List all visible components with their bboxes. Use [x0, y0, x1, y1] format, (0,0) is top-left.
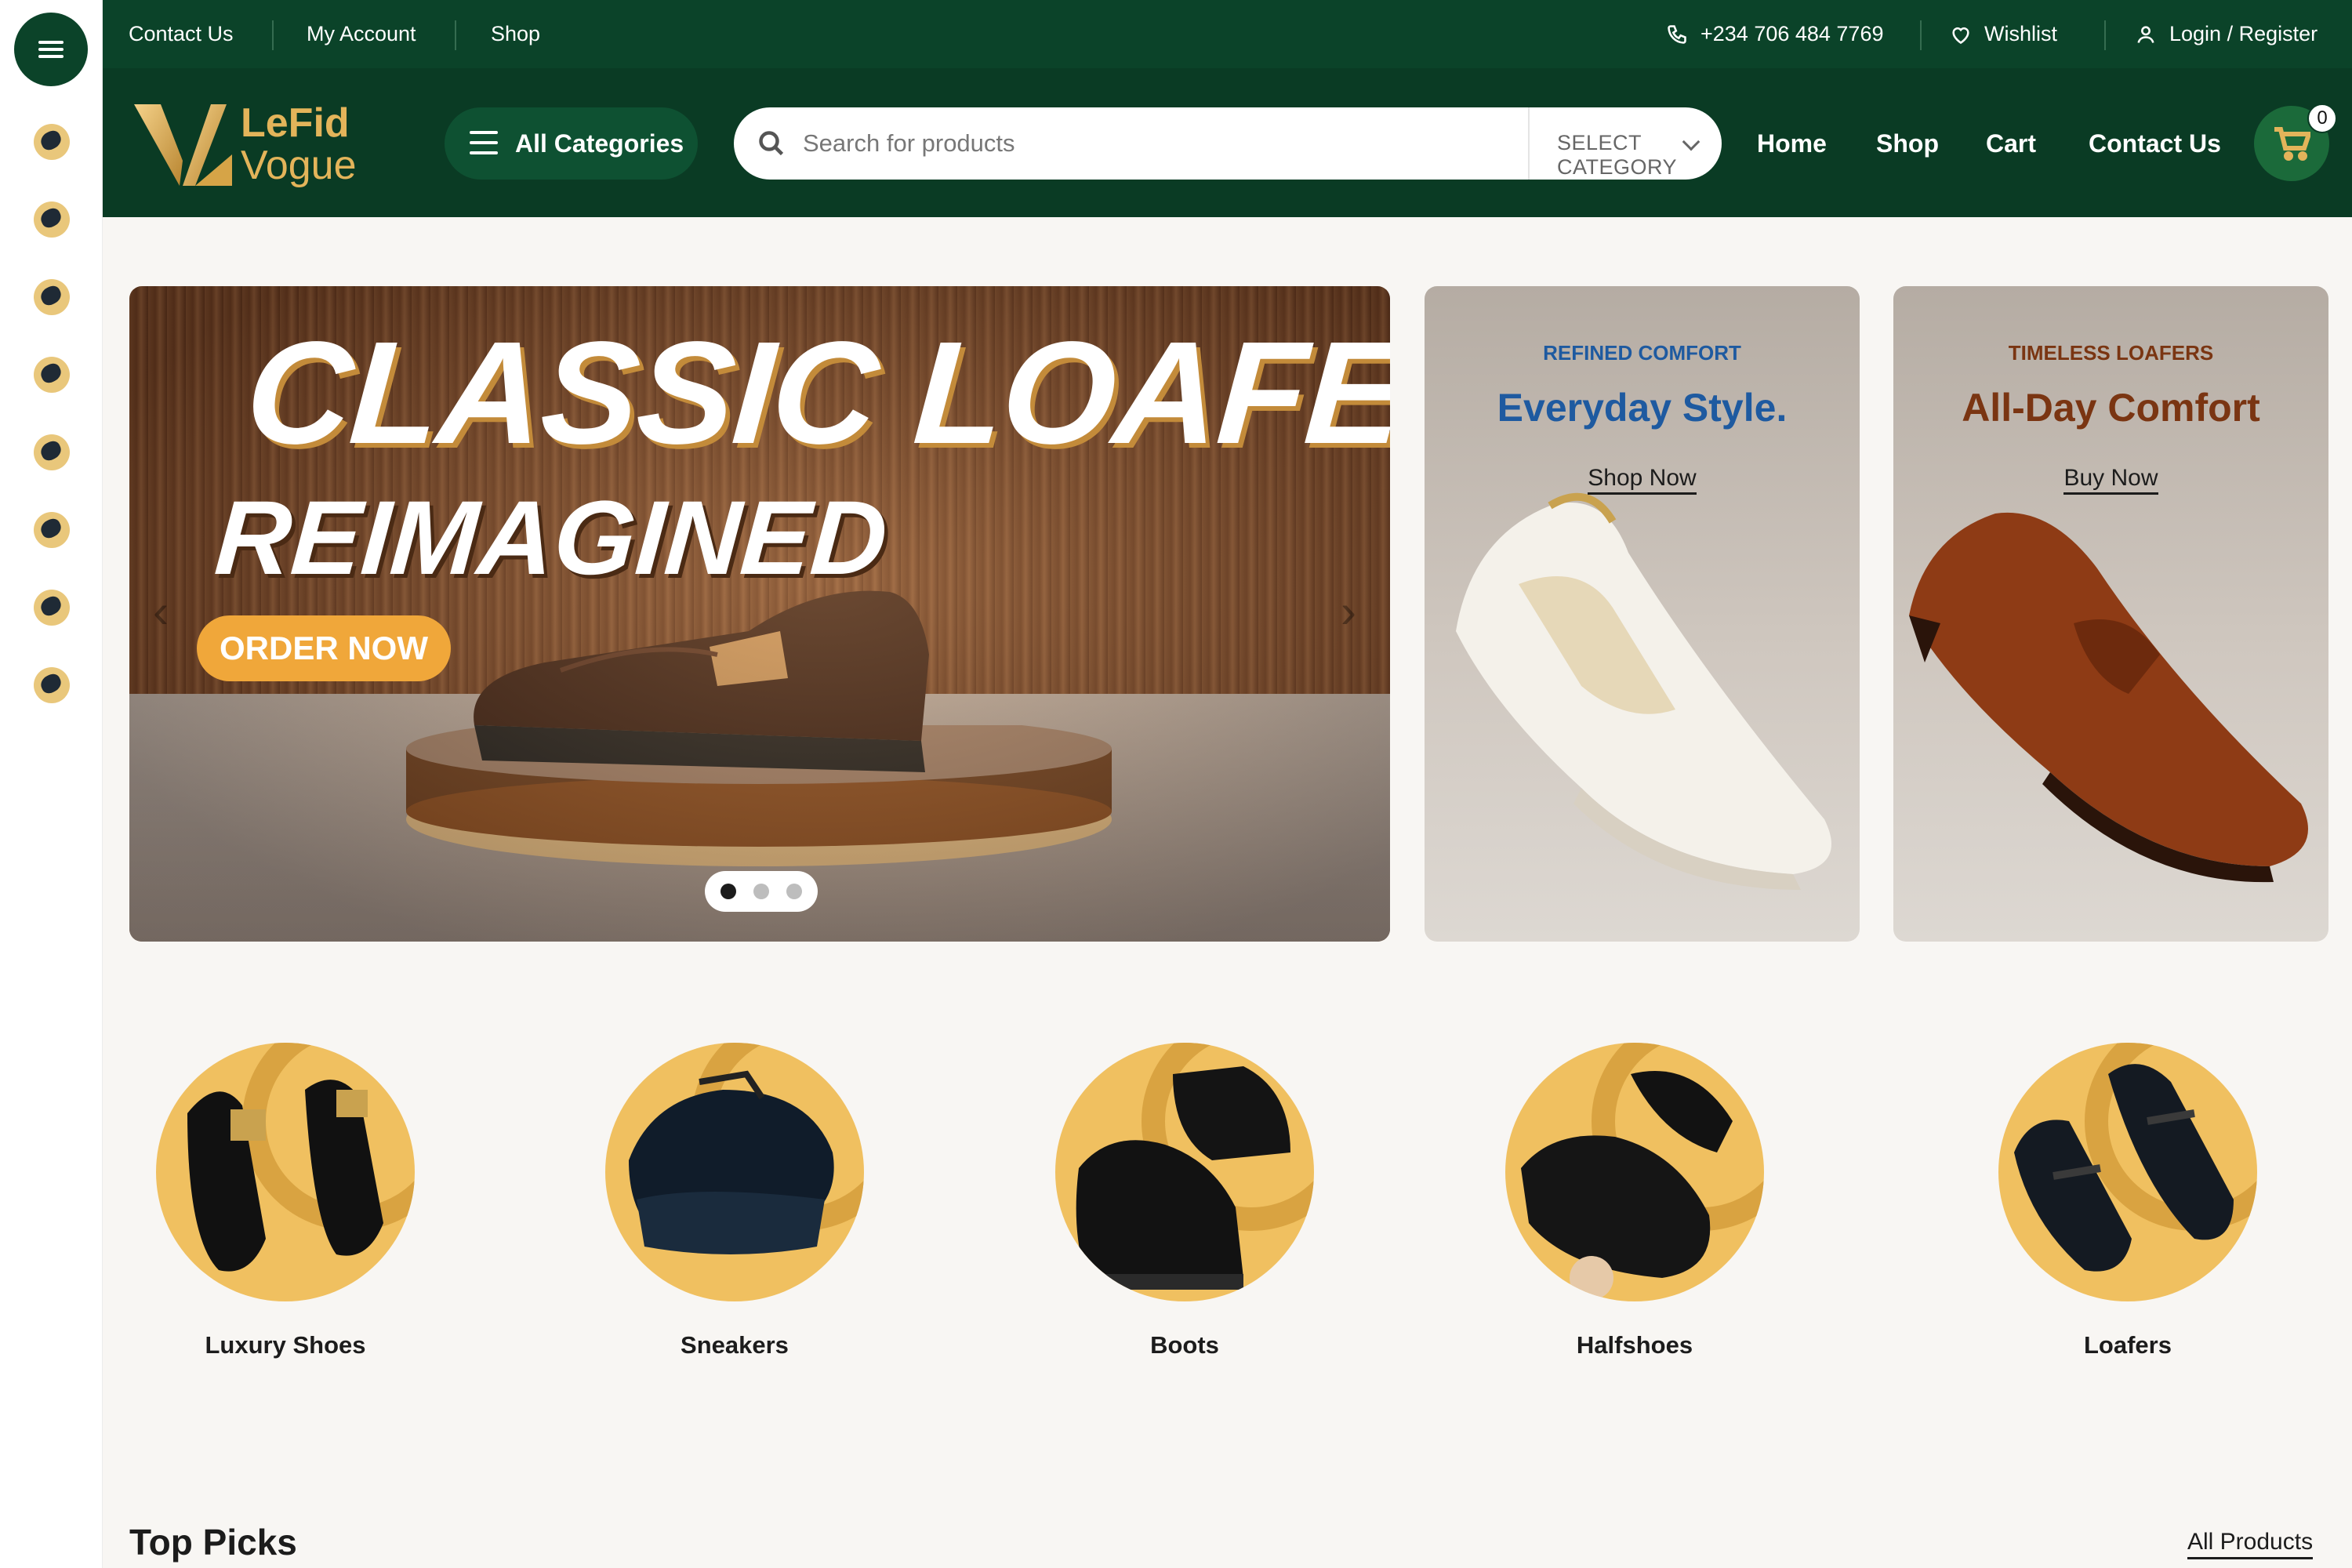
category-halfshoes[interactable]: Halfshoes	[1505, 1043, 1764, 1359]
slide-dot-2[interactable]	[753, 884, 769, 899]
utility-bar: Contact Us My Account Shop +234 706 484 …	[103, 0, 2352, 68]
banner-headline: Everyday Style.	[1497, 386, 1788, 430]
cart-icon	[2274, 127, 2310, 161]
category-label: Luxury Shoes	[205, 1331, 366, 1359]
category-image	[1055, 1043, 1314, 1301]
hero-title-line2: REIMAGINED	[211, 480, 891, 597]
category-label: Sneakers	[681, 1331, 789, 1359]
prev-slide-arrow[interactable]: ‹	[153, 584, 169, 638]
order-now-button[interactable]: ORDER NOW	[197, 615, 451, 681]
all-products-link[interactable]: All Products	[2187, 1529, 2314, 1559]
category-sneakers[interactable]: Sneakers	[605, 1043, 864, 1359]
buy-now-link[interactable]: Buy Now	[1893, 465, 2328, 495]
quick-category-icon[interactable]	[34, 512, 70, 548]
phone-number: +234 706 484 7769	[1700, 22, 1884, 45]
next-slide-arrow[interactable]: ›	[1341, 584, 1356, 638]
quick-category-icon[interactable]	[34, 201, 70, 238]
category-quick-strip	[0, 0, 103, 1568]
divider	[272, 20, 274, 50]
buy-now-label: Buy Now	[2063, 465, 2158, 495]
hamburger-icon	[470, 131, 498, 154]
menu-toggle-button[interactable]	[14, 13, 88, 86]
section-title: Top Picks	[129, 1522, 297, 1563]
all-categories-label: All Categories	[515, 129, 684, 158]
divider	[455, 20, 456, 50]
search-icon	[759, 131, 784, 156]
topbar-link-contact[interactable]: Contact Us	[129, 0, 234, 68]
promo-banner-sneaker[interactable]: REFINED COMFORT Everyday Style. Shop Now	[1425, 286, 1860, 942]
promo-banner-loafer[interactable]: TIMELESS LOAFERS All-Day Comfort Buy Now	[1893, 286, 2328, 942]
hero-title-line1: CLASSIC LOAFERS	[241, 312, 1390, 474]
shop-now-label: Shop Now	[1588, 465, 1697, 495]
search-input[interactable]	[803, 126, 1344, 161]
logo-mark	[134, 104, 232, 186]
topbar-link-shop[interactable]: Shop	[491, 0, 540, 68]
hero-slider[interactable]: CLASSIC LOAFERS REIMAGINED ORDER NOW ‹ ›	[129, 286, 1390, 942]
quick-category-icon[interactable]	[34, 434, 70, 470]
divider	[2104, 20, 2106, 50]
quick-category-icon[interactable]	[34, 357, 70, 393]
login-label: Login / Register	[2169, 22, 2318, 45]
brand-logo[interactable]: LeFid Vogue	[134, 98, 385, 192]
heart-icon	[1952, 27, 1969, 44]
category-loafers[interactable]: Loafers	[1998, 1043, 2257, 1359]
quick-category-icon[interactable]	[34, 124, 70, 160]
banner-headline: All-Day Comfort	[1962, 386, 2260, 430]
nav-home[interactable]: Home	[1757, 129, 1827, 158]
sneaker-image	[1456, 492, 1831, 890]
menu-icon	[38, 41, 64, 44]
category-boots[interactable]: Boots	[1055, 1043, 1314, 1359]
shop-now-link[interactable]: Shop Now	[1425, 465, 1860, 495]
search-bar: SELECT CATEGORY	[734, 107, 1722, 180]
divider	[1920, 20, 1922, 50]
main-header: LeFid Vogue All Categories SELECT CATEGO…	[103, 68, 2352, 217]
category-luxury-shoes[interactable]: Luxury Shoes	[156, 1043, 415, 1359]
category-label: Loafers	[2084, 1331, 2172, 1359]
phone-link[interactable]: +234 706 484 7769	[1666, 0, 1883, 68]
nav-contact[interactable]: Contact Us	[2089, 129, 2221, 158]
user-icon	[2137, 25, 2154, 43]
quick-category-icon[interactable]	[34, 667, 70, 703]
slide-dot-3[interactable]	[786, 884, 802, 899]
cart-count-badge: 0	[2307, 103, 2337, 133]
login-register-link[interactable]: Login / Register	[2135, 0, 2318, 68]
quick-category-icon[interactable]	[34, 279, 70, 315]
banner-kicker: REFINED COMFORT	[1543, 341, 1741, 365]
brand-name-line2: Vogue	[241, 143, 357, 188]
category-image	[605, 1043, 864, 1301]
all-categories-button[interactable]: All Categories	[445, 107, 698, 180]
wishlist-label: Wishlist	[1984, 22, 2057, 45]
quick-category-icon[interactable]	[34, 590, 70, 626]
category-image	[1505, 1043, 1764, 1301]
category-label: Boots	[1150, 1331, 1219, 1359]
wishlist-link[interactable]: Wishlist	[1950, 0, 2057, 68]
topbar-link-account[interactable]: My Account	[307, 0, 416, 68]
slide-dot-1[interactable]	[720, 884, 736, 899]
category-image	[156, 1043, 415, 1301]
banner-kicker: TIMELESS LOAFERS	[2008, 341, 2214, 365]
phone-icon	[1668, 24, 1686, 44]
nav-shop[interactable]: Shop	[1876, 129, 1939, 158]
slider-dots	[705, 871, 818, 912]
category-image	[1998, 1043, 2257, 1301]
brand-name-line1: LeFid	[241, 100, 350, 146]
nav-cart[interactable]: Cart	[1986, 129, 2036, 158]
divider	[1528, 107, 1530, 180]
category-label: Halfshoes	[1576, 1331, 1693, 1359]
brown-loafer-image	[1909, 512, 2308, 883]
